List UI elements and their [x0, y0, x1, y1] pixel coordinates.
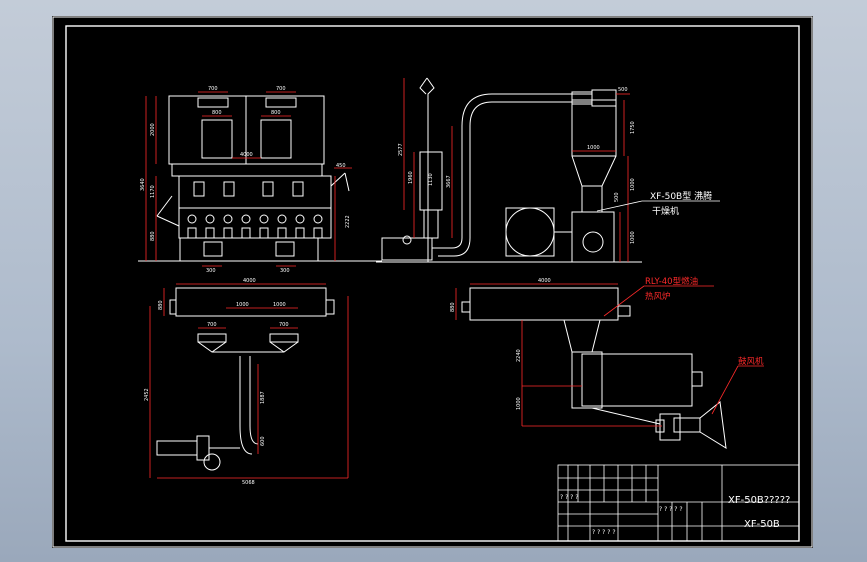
dim-furn-d2: 1000 [516, 397, 522, 410]
dim-plan-700a: 700 [207, 322, 217, 328]
outer-border [52, 16, 813, 548]
dim-side-h: 2222 [345, 215, 351, 228]
title-block-text: ? ? ? ? ? ? ? ? ? ? ? ? ? ? XF-50B????? … [560, 494, 790, 536]
dim-cyc-top: 500 [618, 87, 628, 93]
dim-cyc-h2: 1000 [630, 178, 636, 191]
dim-plan-depth: 2452 [144, 388, 150, 401]
cad-drawing: 700 700 800 800 4000 3640 2000 1170 880 … [52, 16, 813, 548]
dim-plan-w: 4000 [243, 278, 256, 284]
dim-inner-mid: 4000 [240, 152, 253, 158]
side-elevation [376, 77, 642, 263]
title-block-row-c: ? ? ? ? ? [592, 529, 616, 536]
furnace-label-1: RLY-40型燃油 [645, 276, 698, 287]
dim-plan-dn2: 600 [260, 436, 266, 446]
dim-top-w2: 700 [276, 86, 286, 92]
title-block-row-a: ? ? ? ? [560, 494, 578, 501]
dim-furn-w: 4000 [538, 278, 551, 284]
dim-height-total: 3640 [140, 178, 146, 191]
dim-plan-s2: 1000 [273, 302, 286, 308]
dim-height-lower: 880 [150, 231, 156, 241]
dim-pipe-h: 3667 [446, 175, 452, 188]
dim-furn-d1: 2240 [516, 349, 522, 362]
dim-furn-h: 880 [450, 302, 456, 312]
dim-side-w: 450 [336, 163, 346, 169]
dim-height-upper: 2000 [150, 123, 156, 136]
dim-inner-w1: 800 [212, 110, 222, 116]
plan-view-dims [149, 283, 349, 479]
fan-label: 鼓风机 [738, 356, 764, 367]
dim-top-w1: 700 [208, 86, 218, 92]
dim-base-b: 300 [280, 268, 290, 274]
title-block-row-b: ? ? ? ? ? [659, 506, 683, 513]
furnace-callouts: RLY-40型燃油 热风炉 鼓风机 [603, 276, 764, 415]
dim-plan-700b: 700 [279, 322, 289, 328]
dim-stack-mid: 1960 [408, 171, 414, 184]
dim-plan-s1: 1000 [236, 302, 249, 308]
machine-label: XF-50B型 沸腾 [650, 190, 712, 202]
dim-height-mid: 1170 [150, 185, 156, 198]
dim-cyc-w: 1000 [587, 145, 600, 151]
furnace-view-dims [455, 283, 662, 427]
drawing-sheet: 700 700 800 800 4000 3640 2000 1170 880 … [52, 16, 813, 548]
plan-view [156, 287, 335, 471]
side-elevation-dim-text: 2577 1960 1130 3667 500 1000 1750 1000 5… [398, 87, 636, 244]
dim-cyc-h1: 1750 [630, 121, 636, 134]
dim-plan-dn1: 1887 [260, 391, 266, 404]
furnace-view [461, 287, 727, 449]
front-elevation-valves [187, 214, 323, 257]
dim-cyc-h4: 1000 [630, 231, 636, 244]
dim-plan-total: 5068 [242, 480, 255, 486]
dryer-label: 干燥机 [652, 205, 679, 217]
drawing-number: XF-50B [744, 519, 780, 530]
dim-plan-d: 880 [158, 300, 164, 310]
furnace-view-dim-text: 4000 880 2240 1000 [450, 278, 551, 410]
dim-stack-h: 2577 [398, 143, 404, 156]
front-elevation-dims [145, 91, 352, 267]
drawing-name: XF-50B????? [728, 495, 790, 506]
dim-inner-w2: 800 [271, 110, 281, 116]
dim-base-a: 300 [206, 268, 216, 274]
dim-cyc-h3: 500 [614, 192, 620, 202]
furnace-label-2: 热风炉 [645, 291, 671, 302]
dim-stack-low: 1130 [428, 173, 434, 186]
